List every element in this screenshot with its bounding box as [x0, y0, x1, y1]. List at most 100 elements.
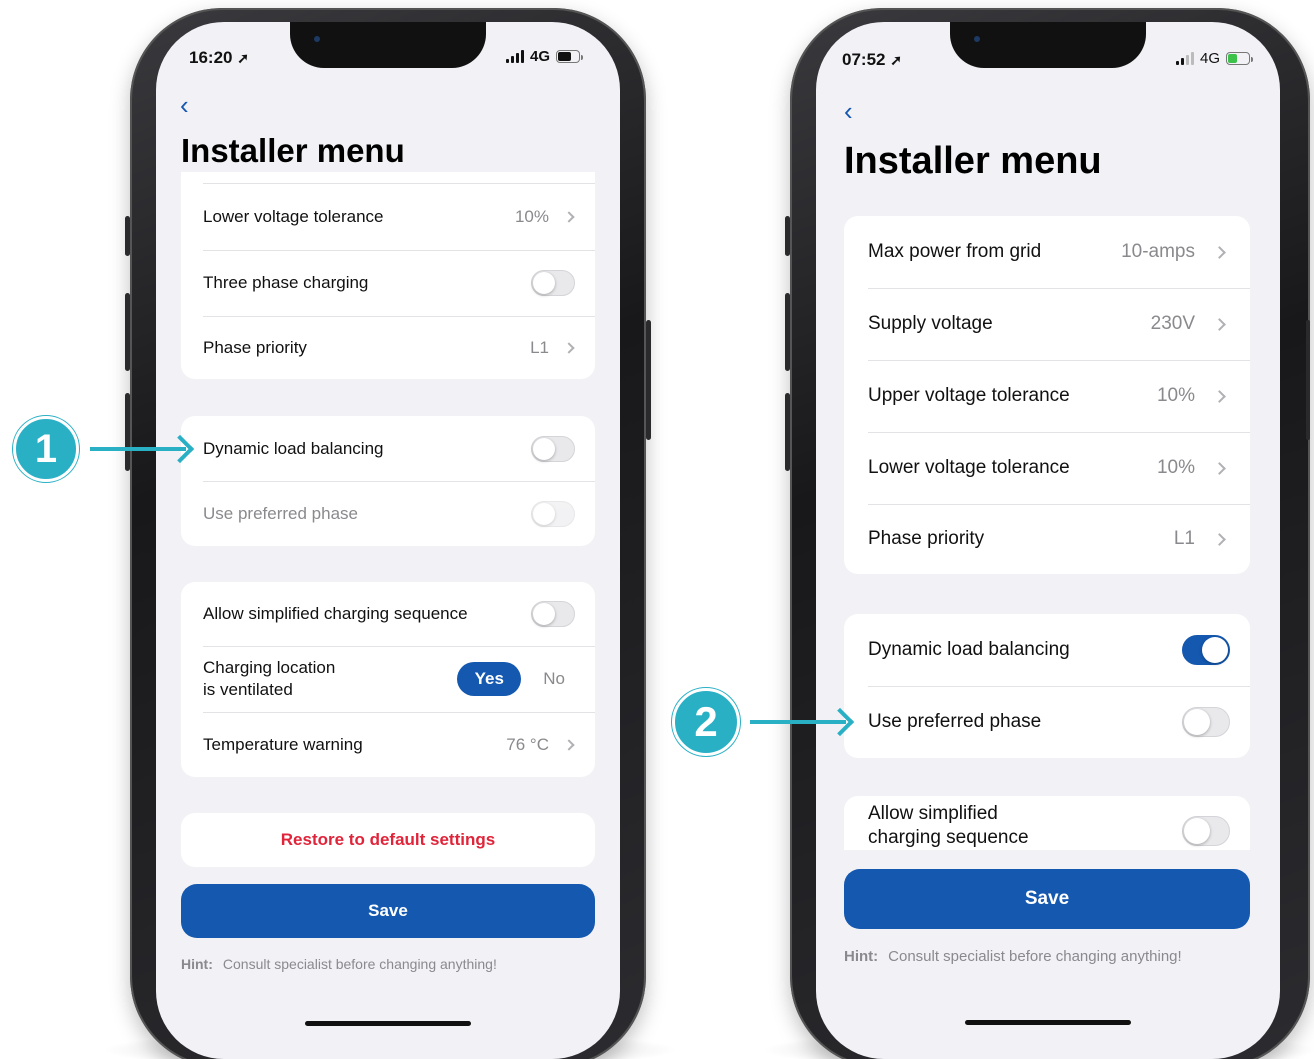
row-value: 10% — [1157, 385, 1226, 407]
row-label: Use preferred phase — [203, 503, 358, 523]
chevron-right-icon — [563, 341, 575, 354]
row-max-power-from-grid[interactable]: Max power from grid 10-amps — [844, 216, 1250, 288]
callout-arrow-1 — [90, 447, 186, 451]
status-time: 16:20 ➚ — [189, 48, 249, 67]
row-lower-voltage-tolerance[interactable]: Lower voltage tolerance 10% — [844, 432, 1250, 504]
row-label: Dynamic load balancing — [203, 438, 384, 458]
yes-option[interactable]: Yes — [457, 662, 522, 696]
restore-defaults-button[interactable]: Restore to default settings — [181, 813, 595, 867]
hint-text: Hint: Consult specialist before changing … — [181, 956, 497, 972]
row-label: Temperature warning — [203, 734, 363, 754]
row-dynamic-load-balancing: Dynamic load balancing — [181, 416, 595, 481]
row-value: 10% — [515, 207, 575, 227]
row-use-preferred-phase: Use preferred phase — [181, 481, 595, 546]
simplified-sequence-toggle[interactable] — [1182, 816, 1230, 846]
chevron-right-icon — [563, 738, 575, 751]
row-label: Max power from grid — [868, 241, 1042, 262]
page-title: Installer menu — [844, 140, 1102, 182]
toggle-knob — [533, 603, 555, 625]
battery-icon — [556, 50, 584, 63]
toggle-knob — [1184, 709, 1210, 735]
row-value: 10-amps — [1121, 241, 1226, 263]
location-arrow-icon: ➚ — [237, 50, 249, 66]
chevron-right-icon — [1213, 461, 1226, 475]
row-value: 10% — [1157, 457, 1226, 479]
settings-group-2: Dynamic load balancing Use preferred pha… — [844, 614, 1250, 758]
chevron-right-icon — [1213, 532, 1226, 546]
settings-group-1: Max power from grid 10-amps Supply volta… — [844, 216, 1250, 574]
simplified-sequence-toggle[interactable] — [531, 601, 575, 627]
page-title: Installer menu — [181, 132, 405, 169]
back-chevron-icon[interactable]: ‹ — [844, 96, 853, 127]
home-indicator — [305, 1021, 471, 1026]
status-right: 4G — [506, 48, 584, 65]
settings-group-1: Lower voltage tolerance 10% Three phase … — [181, 172, 595, 379]
signal-icon — [1176, 52, 1194, 65]
row-label: Allow simplified charging sequence — [203, 604, 468, 623]
stage: 16:20 ➚ 4G ‹ Installer menu Lower voltag… — [0, 0, 1314, 1059]
use-preferred-phase-toggle[interactable] — [1182, 707, 1230, 737]
side-button — [785, 216, 790, 256]
toggle-knob — [1202, 637, 1228, 663]
toggle-knob — [1184, 818, 1210, 844]
save-button[interactable]: Save — [181, 884, 595, 938]
save-button[interactable]: Save — [844, 869, 1250, 929]
callout-arrow-2 — [750, 720, 846, 724]
status-right: 4G — [1176, 50, 1254, 67]
row-allow-simplified: Allow simplified charging sequence — [181, 582, 595, 646]
row-value: L1 — [530, 338, 575, 358]
row-value: 76 °C — [506, 735, 575, 755]
phone-screen-right: 07:52 ➚ 4G ‹ Installer menu Max power fr… — [816, 22, 1280, 1059]
row-label: Charging location is ventilated — [203, 658, 336, 699]
toggle-knob — [533, 437, 555, 460]
row-upper-voltage-tolerance[interactable]: Upper voltage tolerance 10% — [844, 360, 1250, 432]
row-label: Dynamic load balancing — [868, 639, 1070, 660]
chevron-right-icon — [1213, 245, 1226, 259]
row-lower-voltage-tolerance[interactable]: Lower voltage tolerance 10% — [181, 184, 595, 250]
dynamic-load-balancing-toggle[interactable] — [1182, 635, 1230, 665]
row-label: Lower voltage tolerance — [203, 207, 384, 226]
row-dynamic-load-balancing: Dynamic load balancing — [844, 614, 1250, 686]
row-phase-priority[interactable]: Phase priority L1 — [181, 316, 595, 379]
callout-badge-2: 2 — [672, 688, 740, 756]
chevron-right-icon — [1213, 317, 1226, 331]
three-phase-toggle[interactable] — [531, 270, 575, 296]
power-button — [646, 320, 651, 440]
row-value: L1 — [1174, 528, 1226, 550]
volume-down-button — [785, 393, 790, 471]
network-label: 4G — [1200, 50, 1221, 67]
row-use-preferred-phase: Use preferred phase — [844, 686, 1250, 758]
power-button — [1306, 320, 1310, 440]
notch — [950, 22, 1146, 68]
row-allow-simplified: Allow simplified charging sequence — [844, 802, 1250, 850]
toggle-knob — [533, 502, 555, 525]
side-button — [125, 216, 130, 256]
signal-icon — [506, 50, 524, 63]
row-phase-priority[interactable]: Phase priority L1 — [844, 504, 1250, 574]
network-label: 4G — [530, 48, 551, 65]
use-preferred-phase-toggle[interactable] — [531, 500, 575, 527]
notch — [290, 22, 486, 68]
row-label: Lower voltage tolerance — [868, 457, 1070, 478]
row-label: Use preferred phase — [868, 711, 1042, 732]
hint-text: Hint: Consult specialist before changing … — [844, 948, 1182, 965]
row-value: 230V — [1151, 313, 1226, 335]
settings-group-3: Allow simplified charging sequence — [844, 796, 1250, 850]
dynamic-load-balancing-toggle[interactable] — [531, 435, 575, 462]
settings-group-2: Dynamic load balancing Use preferred pha… — [181, 416, 595, 546]
callout-badge-1: 1 — [13, 416, 79, 482]
phone-screen-left: 16:20 ➚ 4G ‹ Installer menu Lower voltag… — [156, 22, 620, 1059]
volume-down-button — [125, 393, 130, 471]
no-option[interactable]: No — [543, 669, 565, 689]
volume-up-button — [125, 293, 130, 371]
row-label: Phase priority — [203, 337, 307, 357]
row-temperature-warning[interactable]: Temperature warning 76 °C — [181, 712, 595, 777]
toggle-knob — [533, 272, 555, 294]
back-chevron-icon[interactable]: ‹ — [180, 90, 189, 121]
camera-icon — [974, 36, 980, 42]
battery-charging-icon — [1226, 52, 1254, 65]
settings-group-3: Allow simplified charging sequence Charg… — [181, 582, 595, 777]
chevron-right-icon — [1213, 389, 1226, 403]
row-supply-voltage[interactable]: Supply voltage 230V — [844, 288, 1250, 360]
status-time: 07:52 ➚ — [842, 50, 902, 69]
